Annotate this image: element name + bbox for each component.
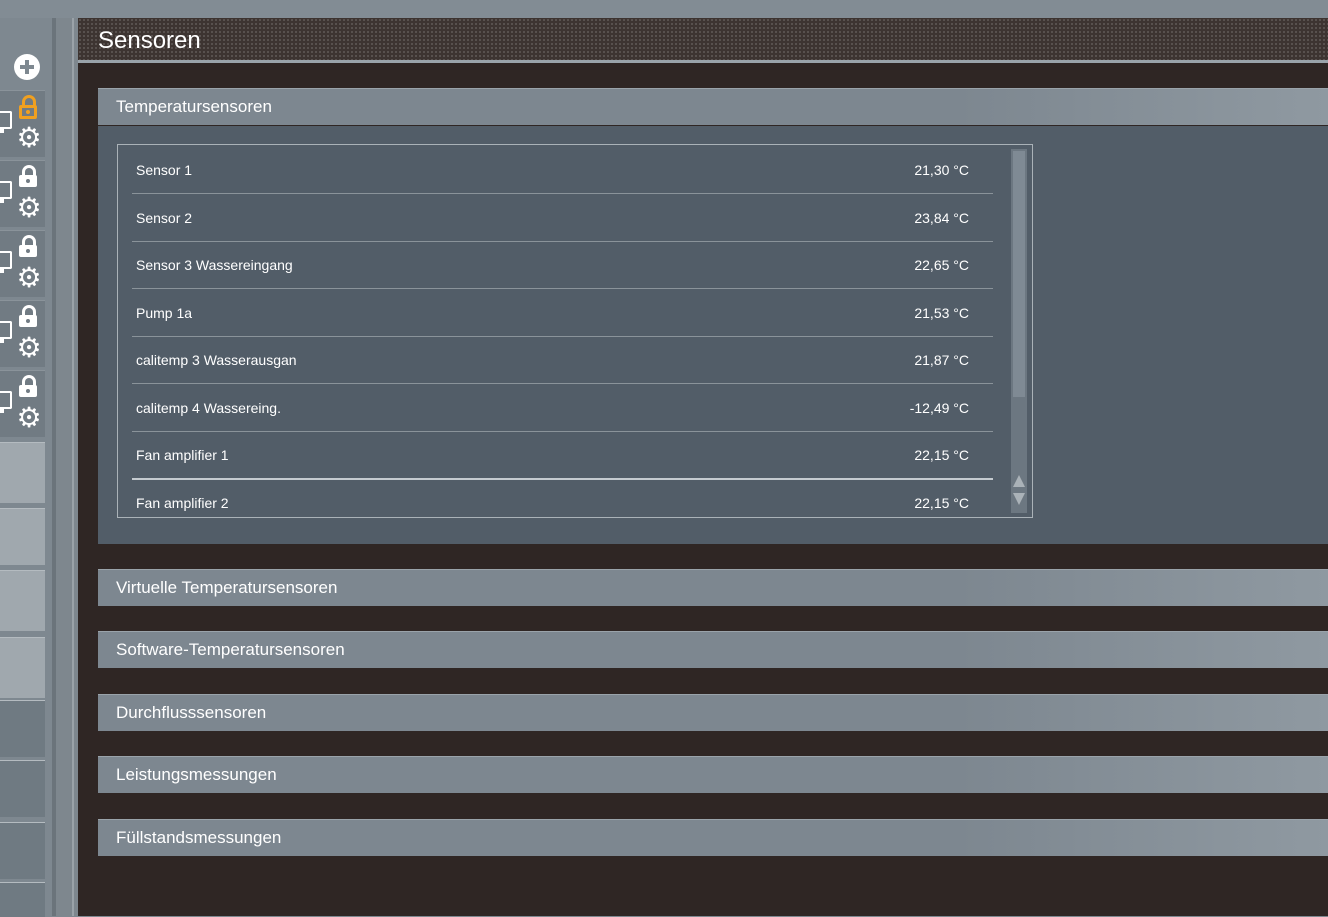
lock-icon[interactable]: [19, 235, 37, 257]
list-scrollbar[interactable]: [1011, 149, 1027, 513]
page-header: Sensoren: [78, 18, 1328, 63]
sidebar-splitter[interactable]: [52, 18, 78, 916]
sensor-value: 21,30 °C: [914, 162, 969, 178]
device-item-1[interactable]: ⚙: [0, 90, 45, 157]
sensor-value: 22,15 °C: [914, 495, 969, 511]
window-top-bar: [0, 0, 1328, 18]
section-label: Durchflusssensoren: [116, 703, 267, 722]
section-virtual-header[interactable]: Virtuelle Temperatursensoren: [98, 569, 1328, 606]
gear-icon[interactable]: ⚙: [16, 404, 42, 432]
sensor-value: 23,84 °C: [914, 210, 969, 226]
sensor-row[interactable]: Fan amplifier 2 22,15 °C: [132, 479, 993, 517]
sensor-name: Sensor 1: [136, 162, 193, 178]
sidebar-slot[interactable]: [0, 700, 45, 757]
section-label: Temperatursensoren: [116, 97, 272, 116]
unlocked-icon[interactable]: [19, 95, 37, 119]
sensor-name: Sensor 3 Wassereingang: [136, 257, 293, 273]
sensor-name: Pump 1a: [136, 305, 193, 321]
sidebar-slot[interactable]: [0, 882, 45, 917]
sidebar-slot[interactable]: [0, 570, 45, 631]
scrollbar-thumb[interactable]: [1013, 151, 1025, 397]
sidebar-slot[interactable]: [0, 442, 45, 503]
sensor-value: 22,15 °C: [914, 447, 969, 463]
monitor-icon: [0, 181, 12, 203]
gear-icon[interactable]: ⚙: [16, 264, 42, 292]
sensor-row[interactable]: Pump 1a 21,53 °C: [132, 289, 993, 337]
section-label: Virtuelle Temperatursensoren: [116, 578, 338, 597]
sidebar-slot[interactable]: [0, 760, 45, 817]
monitor-icon: [0, 251, 12, 273]
sensor-value: 21,87 °C: [914, 352, 969, 368]
sensor-value: 22,65 °C: [914, 257, 969, 273]
section-label: Software-Temperatursensoren: [116, 640, 345, 659]
section-flow-header[interactable]: Durchflusssensoren: [98, 694, 1328, 731]
gear-icon[interactable]: ⚙: [16, 124, 42, 152]
main-panel: Sensoren Temperatursensoren Sensor 1 21,…: [78, 18, 1328, 916]
gear-icon[interactable]: ⚙: [16, 334, 42, 362]
device-sidebar: ⚙ ⚙ ⚙ ⚙ ⚙: [0, 0, 1328, 917]
sidebar-slot[interactable]: [0, 637, 45, 698]
device-item-2[interactable]: ⚙: [0, 160, 45, 227]
sidebar-slot[interactable]: [0, 508, 45, 565]
section-power-header[interactable]: Leistungsmessungen: [98, 756, 1328, 793]
section-label: Leistungsmessungen: [116, 765, 277, 784]
sensor-value: 21,53 °C: [914, 305, 969, 321]
lock-icon[interactable]: [19, 375, 37, 397]
gear-icon[interactable]: ⚙: [16, 194, 42, 222]
lock-icon[interactable]: [19, 165, 37, 187]
temperature-section-body: Sensor 1 21,30 °C Sensor 2 23,84 °C Sens…: [98, 126, 1328, 544]
device-item-4[interactable]: ⚙: [0, 300, 45, 367]
sensor-row[interactable]: Sensor 1 21,30 °C: [132, 146, 993, 194]
section-label: Füllstandsmessungen: [116, 828, 282, 847]
monitor-icon: [0, 111, 12, 133]
monitor-icon: [0, 391, 12, 413]
sensor-name: Sensor 2: [136, 210, 193, 226]
sensor-row[interactable]: Fan amplifier 1 22,15 °C: [132, 431, 993, 480]
add-device-button[interactable]: [14, 54, 40, 80]
sensor-list[interactable]: Sensor 1 21,30 °C Sensor 2 23,84 °C Sens…: [117, 144, 1033, 518]
scroll-down-icon[interactable]: [1013, 493, 1025, 505]
device-item-3[interactable]: ⚙: [0, 230, 45, 297]
sensor-row[interactable]: Sensor 3 Wassereingang 22,65 °C: [132, 241, 993, 289]
lock-icon[interactable]: [19, 305, 37, 327]
sensor-row[interactable]: calitemp 4 Wassereing. -12,49 °C: [132, 384, 993, 432]
scroll-up-icon[interactable]: [1013, 475, 1025, 487]
sidebar-slot[interactable]: [0, 822, 45, 879]
sensor-name: Fan amplifier 1: [136, 447, 229, 463]
sensor-row[interactable]: Sensor 2 23,84 °C: [132, 194, 993, 242]
section-software-header[interactable]: Software-Temperatursensoren: [98, 631, 1328, 668]
monitor-icon: [0, 321, 12, 343]
sensor-name: Fan amplifier 2: [136, 495, 229, 511]
sensor-value: -12,49 °C: [909, 400, 969, 416]
sensor-row[interactable]: calitemp 3 Wasserausgan 21,87 °C: [132, 336, 993, 384]
sensor-name: calitemp 3 Wasserausgan: [136, 352, 297, 368]
section-level-header[interactable]: Füllstandsmessungen: [98, 819, 1328, 856]
device-item-5[interactable]: ⚙: [0, 370, 45, 437]
page-title: Sensoren: [98, 27, 201, 54]
section-temperature-header[interactable]: Temperatursensoren: [98, 88, 1328, 125]
sensor-name: calitemp 4 Wassereing.: [136, 400, 281, 416]
